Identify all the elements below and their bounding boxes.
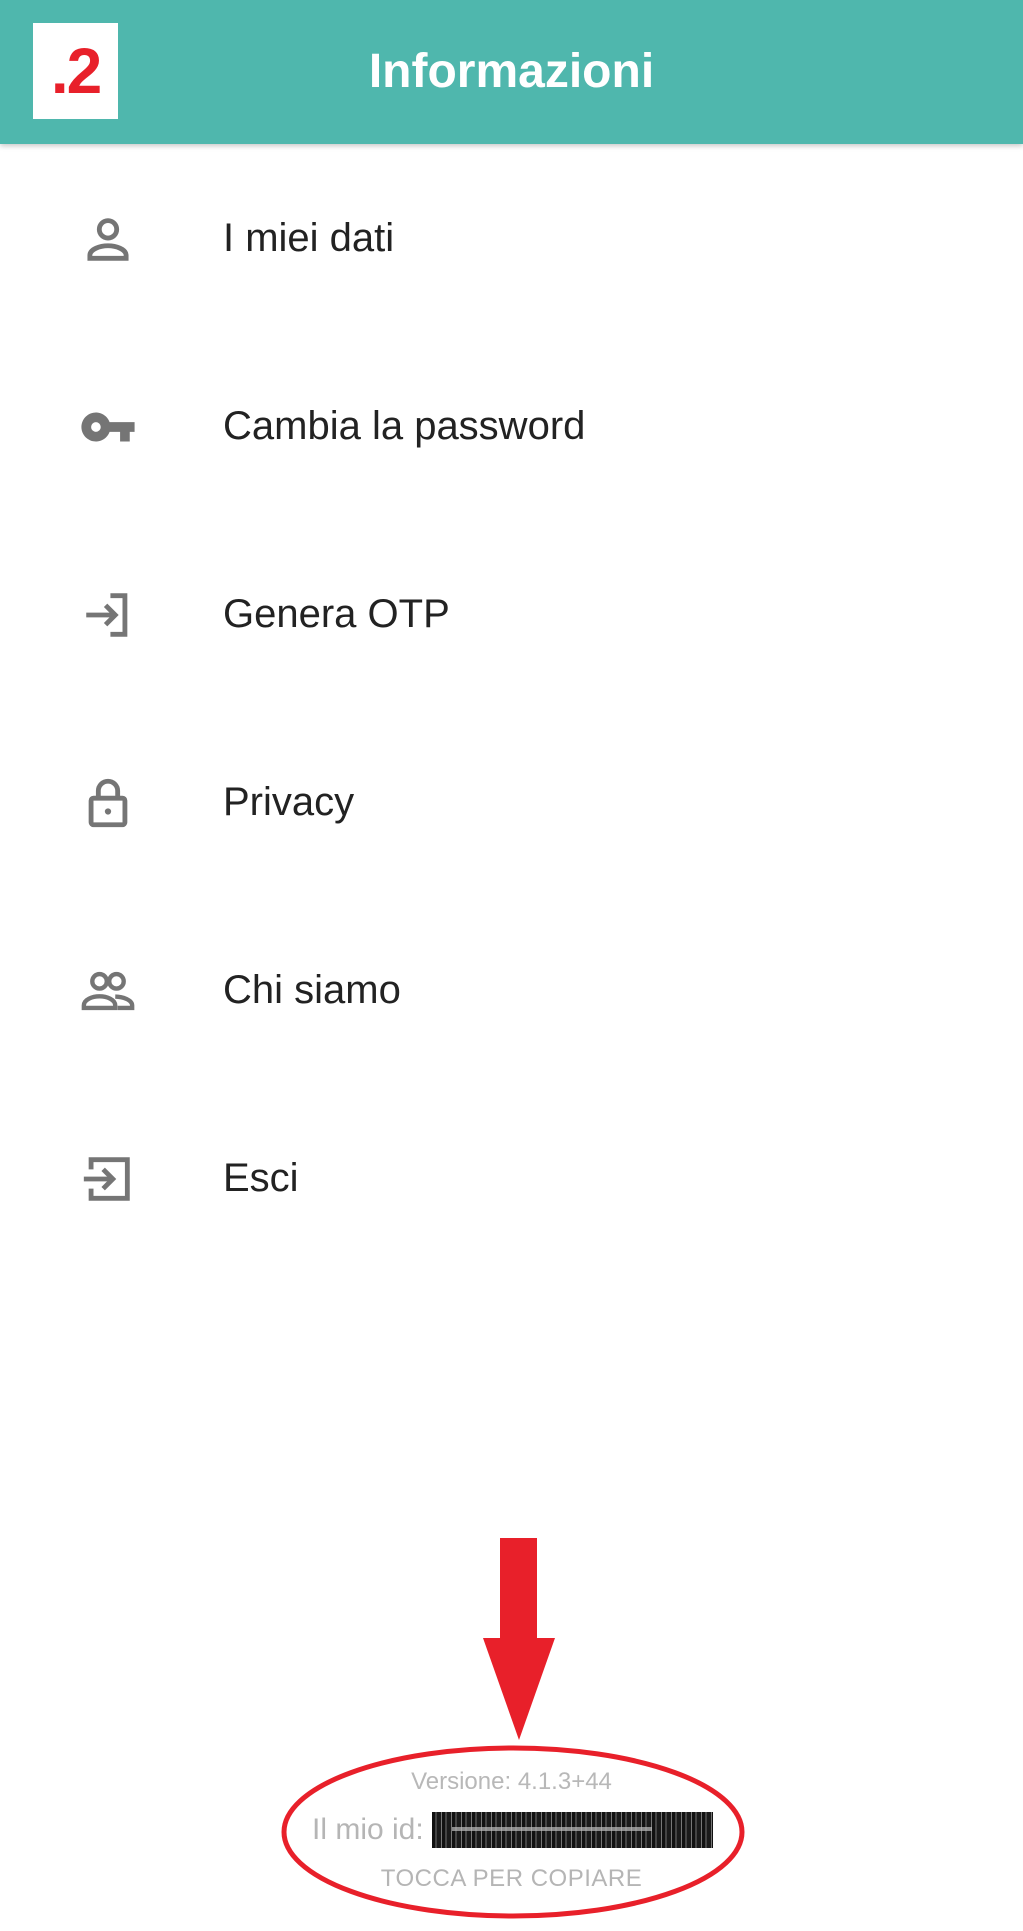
annotation-arrow-head	[483, 1638, 555, 1740]
annotation-highlight-ellipse	[281, 1745, 745, 1919]
people-icon	[79, 962, 137, 1020]
login-arrow-icon	[79, 586, 137, 644]
menu-item-label: Chi siamo	[223, 968, 401, 1012]
key-icon	[79, 398, 137, 456]
info-menu: I miei dati Cambia la password Genera OT…	[0, 144, 1023, 1272]
annotation-arrow-shaft	[500, 1538, 537, 1643]
lock-icon	[79, 774, 137, 832]
menu-item-label: I miei dati	[223, 216, 395, 260]
menu-item-change-password[interactable]: Cambia la password	[0, 332, 1023, 520]
app-bar: Informazioni .2	[0, 0, 1023, 144]
menu-item-label: Esci	[223, 1156, 299, 1200]
menu-item-privacy[interactable]: Privacy	[0, 708, 1023, 896]
menu-item-label: Cambia la password	[223, 404, 586, 448]
menu-item-my-data[interactable]: I miei dati	[0, 144, 1023, 332]
menu-item-about-us[interactable]: Chi siamo	[0, 896, 1023, 1084]
menu-item-logout[interactable]: Esci	[0, 1084, 1023, 1272]
screen: Informazioni .2 I miei dati Cambia la pa…	[0, 0, 1023, 1931]
menu-item-label: Genera OTP	[223, 592, 450, 636]
annotation-arrow-icon	[483, 1538, 555, 1740]
person-icon	[79, 210, 137, 268]
exit-icon	[79, 1150, 137, 1208]
menu-item-label: Privacy	[223, 780, 355, 824]
menu-item-generate-otp[interactable]: Genera OTP	[0, 520, 1023, 708]
page-title: Informazioni	[368, 45, 655, 98]
step-number-badge: .2	[33, 23, 118, 119]
